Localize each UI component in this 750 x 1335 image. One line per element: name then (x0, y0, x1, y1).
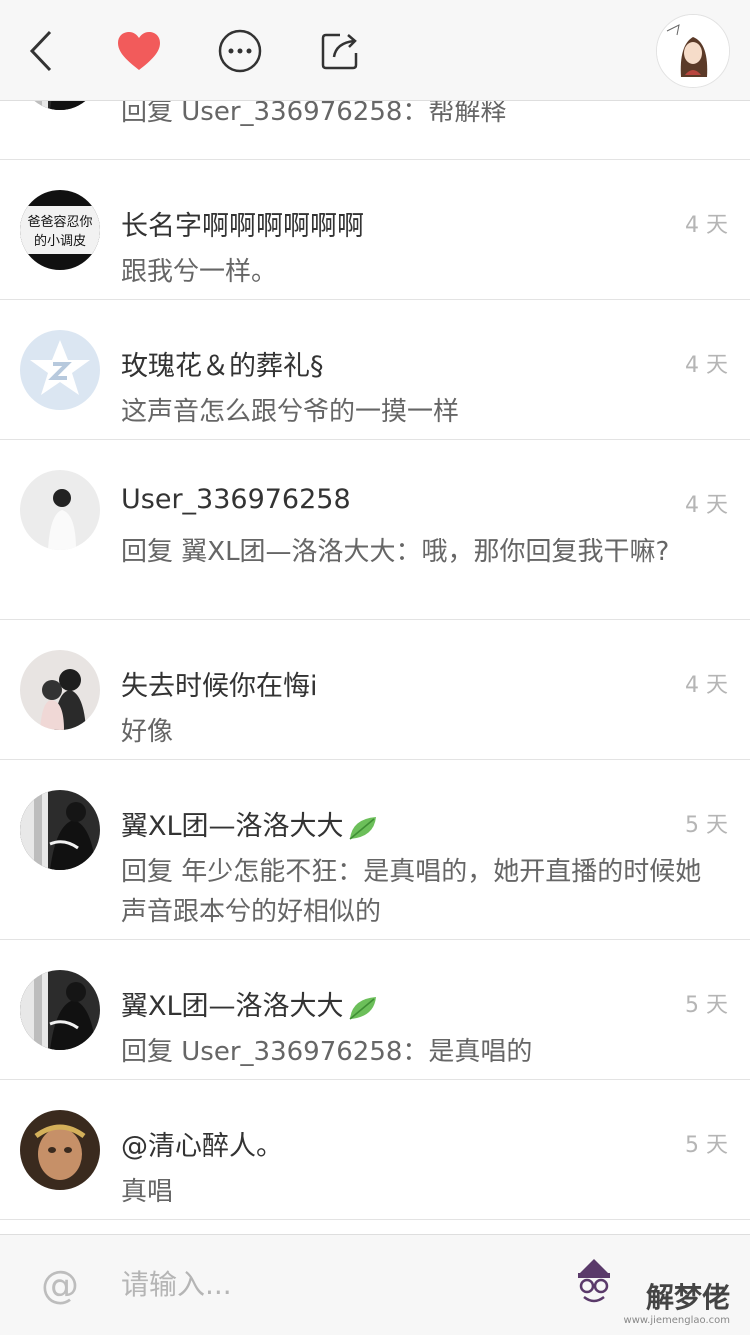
comment-author-name: @清心醉人。 (121, 1131, 283, 1162)
comment-author-name: 翼XL团—洛洛大大 (121, 811, 344, 842)
comment-author-name: 失去时候你在悔i (121, 671, 318, 702)
watermark: 解梦佬 www.jiemenglao.com (572, 1259, 732, 1333)
avatar-illustration (657, 15, 729, 87)
comment-author[interactable]: 失去时候你在悔i (121, 664, 318, 703)
comment-author[interactable]: 玫瑰花＆的葬礼§ (121, 344, 324, 383)
comment-time: 5 天 (685, 1133, 728, 1158)
comment-author[interactable]: 翼XL团—洛洛大大 (121, 984, 380, 1023)
share-icon (321, 33, 358, 70)
leaf-icon (349, 816, 376, 840)
comment-input-bar: @ 请输入... 解梦佬 www.jiemenglao.com (0, 1234, 750, 1335)
avatar-caption: 爸爸容忍你 (27, 214, 92, 230)
like-button[interactable] (114, 26, 164, 76)
avatar[interactable] (20, 650, 100, 730)
comment-text: 回复 翼XL团—洛洛大大：哦，那你回复我干嘛? (121, 537, 670, 567)
comment-row[interactable]: 翼XL团—洛洛大大 5 天回复 年少怎能不狂：是真唱的，她开直播的时候她声音跟本兮… (0, 760, 750, 940)
avatar[interactable] (20, 970, 100, 1050)
comment-text: 这声音怎么跟兮爷的一摸一样 (121, 397, 460, 427)
comment-author[interactable]: 翼XL团—洛洛大大 (121, 804, 380, 843)
comment-author[interactable]: 长名字啊啊啊啊啊啊 (121, 204, 364, 243)
leaf-icon (349, 996, 376, 1020)
avatar-caption: 的小调皮 (34, 233, 86, 249)
avatar[interactable]: 爸爸容忍你 的小调皮 (20, 190, 100, 270)
comment-row[interactable]: 爸爸容忍你 的小调皮 长名字啊啊啊啊啊啊 4 天跟我兮一样。 (0, 160, 750, 300)
comment-author[interactable]: User_336976258 (121, 484, 351, 515)
comment-time: 4 天 (685, 213, 728, 238)
comment-input[interactable]: 请输入... (121, 1263, 232, 1303)
share-button[interactable] (315, 26, 365, 76)
comment-time: 4 天 (685, 353, 728, 378)
comment-row[interactable]: @清心醉人。 5 天真唱 (0, 1080, 750, 1220)
watermark-brand: 解梦佬 (645, 1281, 730, 1314)
comment-text: 回复 User_336976258：是真唱的 (121, 1037, 533, 1067)
comment-time: 5 天 (685, 813, 728, 838)
comment-row[interactable]: User_336976258 4 天回复 翼XL团—洛洛大大：哦，那你回复我干嘛? (0, 440, 750, 620)
more-icon (218, 29, 262, 73)
comment-list[interactable]: 翼XL团—洛洛大大4 天回复 User_336976258：帮解释爸爸容忍你的小… (0, 40, 750, 1234)
comment-row[interactable]: 失去时候你在悔i 4 天好像 (0, 620, 750, 760)
watermark-url: www.jiemenglao.com (623, 1315, 730, 1326)
avatar[interactable] (20, 790, 100, 870)
avatar[interactable] (20, 330, 100, 410)
comment-text: 好像 (121, 717, 174, 747)
at-mention-icon[interactable]: @ (38, 1263, 82, 1307)
avatar[interactable] (20, 470, 100, 550)
top-toolbar (0, 0, 750, 101)
comment-author-name: 玫瑰花＆的葬礼§ (121, 351, 324, 382)
comment-text: 真唱 (121, 1177, 174, 1207)
comment-time: 4 天 (685, 673, 728, 698)
comment-author-name: User_336976258 (121, 484, 351, 515)
back-button[interactable] (16, 26, 66, 76)
comment-author[interactable]: @清心醉人。 (121, 1124, 283, 1163)
comment-author-name: 翼XL团—洛洛大大 (121, 991, 344, 1022)
heart-icon (118, 32, 160, 70)
more-button[interactable] (215, 26, 265, 76)
comment-row[interactable]: 玫瑰花＆的葬礼§ 4 天这声音怎么跟兮爷的一摸一样 (0, 300, 750, 440)
comment-row[interactable]: 翼XL团—洛洛大大 5 天回复 User_336976258：是真唱的 (0, 940, 750, 1080)
avatar[interactable] (20, 1110, 100, 1190)
comment-time: 4 天 (685, 493, 728, 518)
comment-text: 跟我兮一样。 (121, 257, 278, 287)
comment-time: 5 天 (685, 993, 728, 1018)
comment-text: 回复 年少怎能不狂：是真唱的，她开直播的时候她声音跟本兮的好相似的 (121, 857, 702, 927)
watermark-logo-icon (578, 1259, 610, 1303)
user-avatar[interactable] (656, 14, 730, 88)
back-icon (29, 30, 52, 72)
comment-author-name: 长名字啊啊啊啊啊啊 (121, 211, 364, 242)
